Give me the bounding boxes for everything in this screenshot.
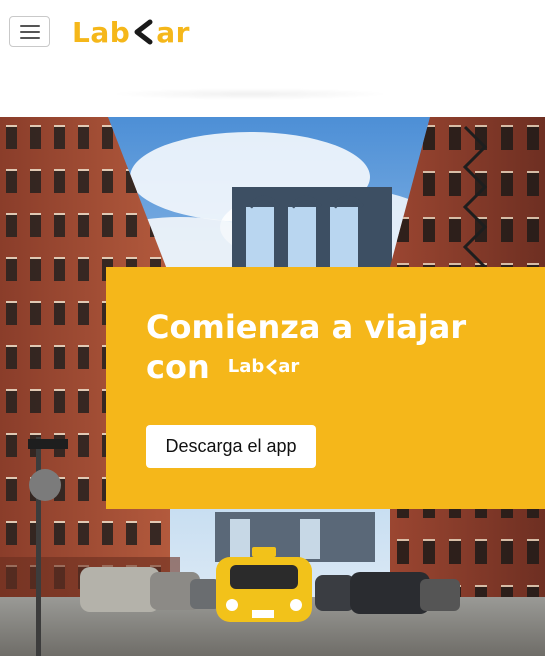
promo-card: Comienza a viajar con Lab ar Descarga el… (106, 267, 545, 509)
logo-text-left: Lab (72, 15, 131, 49)
hero-inline-logo: Lab ar (228, 347, 300, 387)
hero-headline-line2: con (146, 348, 210, 386)
hamburger-line-icon (20, 25, 40, 27)
navbar-shadow (110, 88, 390, 100)
logo-text-right: ar (156, 15, 190, 49)
hero-headline-line1: Comienza a viajar (146, 308, 467, 346)
hero-headline-line2-wrap: con Lab ar (146, 347, 536, 387)
hero-logo-text-right: ar (278, 356, 300, 377)
chevron-left-icon (266, 359, 277, 375)
hero-logo-text-left: Lab (227, 356, 265, 377)
hamburger-line-icon (20, 37, 40, 39)
chevron-left-icon (134, 19, 153, 45)
top-navbar: Lab ar (0, 0, 545, 117)
hero-section: Comienza a viajar con Lab ar Descarga el… (0, 117, 545, 656)
download-app-button[interactable]: Descarga el app (146, 425, 316, 468)
brand-logo[interactable]: Lab ar (72, 12, 190, 52)
hero-headline: Comienza a viajar con Lab ar (146, 307, 536, 387)
hamburger-line-icon (20, 31, 40, 33)
menu-toggle-button[interactable] (9, 16, 50, 47)
